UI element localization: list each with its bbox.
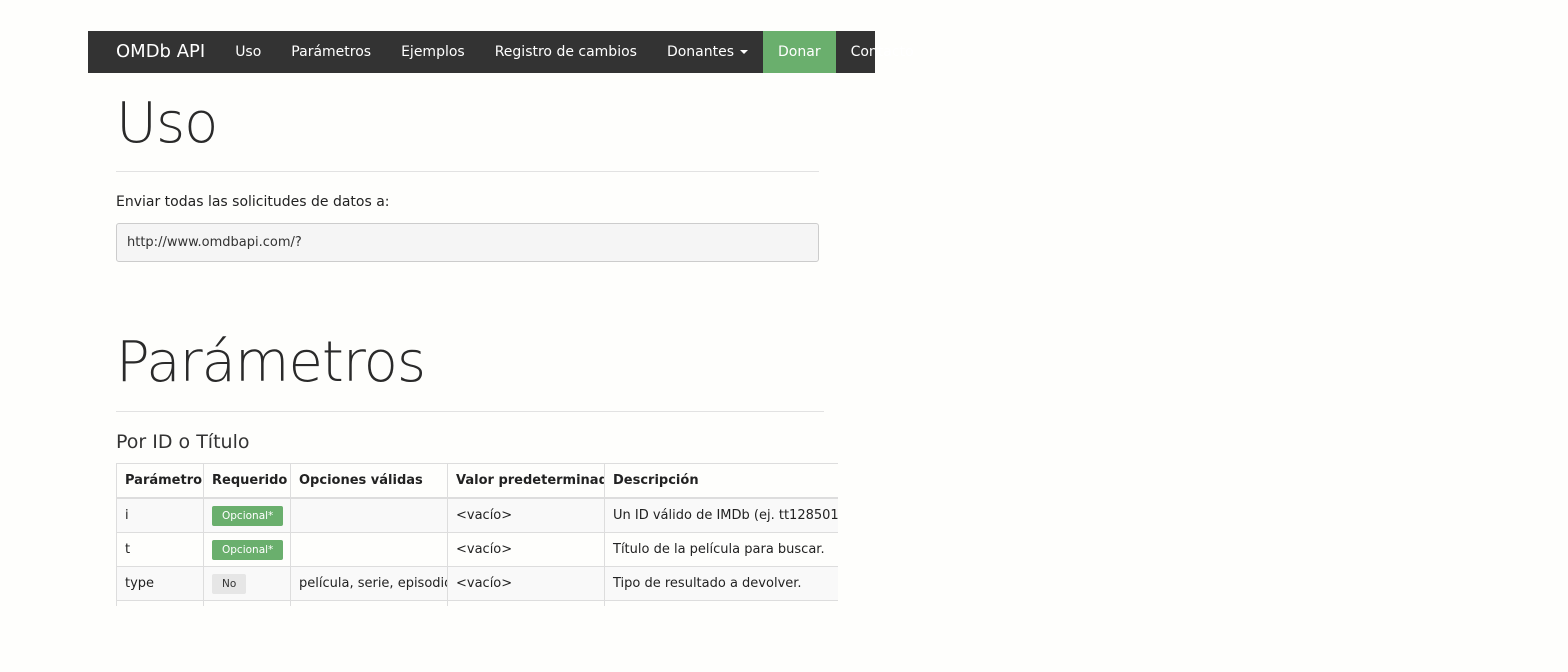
default-cell: <vacío> [447,566,605,601]
table-row: t Opcional* <vacío> Título de la películ… [116,532,838,567]
send-requests-label: Enviar todas las solicitudes de datos a: [116,194,390,210]
required-cell: No [203,566,291,601]
navbar: OMDb API Uso Parámetros Ejemplos Registr… [88,31,914,73]
page: OMDb API Uso Parámetros Ejemplos Registr… [0,0,1568,672]
nav-item-label: Ejemplos [401,44,465,60]
column-header: Parámetro [116,463,204,499]
nav-item-contacto[interactable]: Contacto [836,31,929,73]
nav-item-label: Registro de cambios [494,44,637,60]
param-name-cell: t [116,532,204,567]
nav-item-label: Parámetros [291,44,372,60]
api-url-box[interactable]: http://www.omdbapi.com/? [116,223,819,262]
column-header: Requerido [203,463,291,499]
default-cell: <vacío> [447,532,605,567]
description-cell: Título de la película para buscar. [604,532,838,567]
divider [116,411,824,412]
description-cell: Un ID válido de IMDb (ej. tt1285016) [604,497,838,533]
nav-item-label: Uso [235,44,262,60]
brand-link[interactable]: OMDb API [88,31,220,73]
options-cell: película, serie, episodio [290,566,448,601]
param-name-cell: i [116,497,204,533]
parameters-table: Parámetro Requerido Opciones válidas Val… [116,463,838,606]
table-row [116,600,838,606]
default-cell: <vacío> [447,497,605,533]
nav-item-donantes-dropdown[interactable]: Donantes [652,31,763,73]
required-badge: Opcional* [212,505,284,526]
nav-item-donar[interactable]: Donar [763,31,836,73]
divider [116,171,819,172]
nav-item-uso[interactable]: Uso [220,31,276,73]
usage-heading: Uso [116,91,218,156]
table-header-row: Parámetro Requerido Opciones válidas Val… [116,463,838,499]
required-badge: Opcional* [212,539,284,560]
options-cell [290,532,448,567]
caret-down-icon [740,50,749,54]
description-cell: Tipo de resultado a devolver. [604,566,838,601]
by-id-or-title-heading: Por ID o Título [116,431,250,453]
nav-item-label: Contacto [850,44,914,60]
column-header: Valor predeterminado [447,463,605,499]
options-cell [290,497,448,533]
parameters-heading: Parámetros [116,330,426,395]
column-header: Descripción [604,463,838,499]
nav-item-ejemplos[interactable]: Ejemplos [386,31,480,73]
table-row: type No película, serie, episodio <vacío… [116,566,838,601]
required-badge: No [212,573,247,594]
nav-item-label: Donantes [666,44,735,60]
table-row: i Opcional* <vacío> Un ID válido de IMDb… [116,497,838,533]
nav-item-parametros[interactable]: Parámetros [276,31,386,73]
required-cell: Opcional* [203,497,291,533]
column-header: Opciones válidas [290,463,448,499]
required-cell: Opcional* [203,532,291,567]
nav-item-registro-de-cambios[interactable]: Registro de cambios [480,31,652,73]
param-name-cell: type [116,566,204,601]
nav-item-label: Donar [778,44,821,60]
parameters-table-wrapper: Parámetro Requerido Opciones válidas Val… [116,463,838,606]
